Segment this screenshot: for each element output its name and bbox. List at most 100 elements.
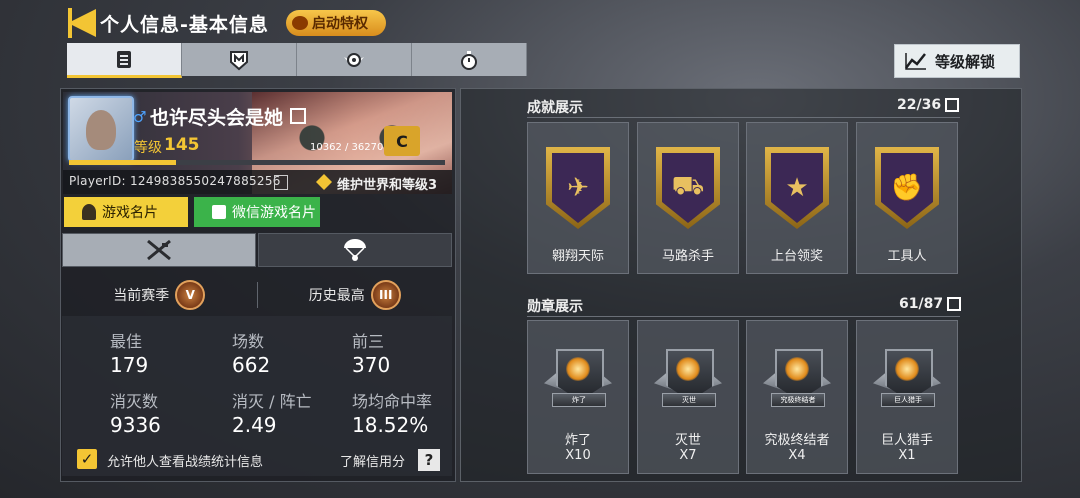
stat-value: 370 [352, 353, 391, 377]
giant-hunter-medal-icon: 巨人猎手 [873, 343, 941, 411]
achievement-glyph: ⛟ [662, 153, 714, 223]
stopwatch-icon [461, 50, 477, 70]
stat-value: 2.49 [232, 413, 277, 437]
jeep-icon: ⛟ [656, 147, 720, 229]
current-season: 当前赛季 V [62, 280, 257, 310]
page-title: 个人信息-基本信息 [100, 14, 269, 36]
wechat-card-button[interactable]: 微信游戏名片 [194, 197, 320, 227]
level-unlock-label: 等级解锁 [935, 52, 996, 71]
medal-name: 究极终结者 [764, 433, 830, 448]
best-season-label: 历史最高 [308, 288, 365, 304]
edit-name-icon[interactable] [289, 108, 306, 124]
achievements-count: 22/36 [897, 97, 960, 113]
skull-medal-icon: 究极终结者 [763, 343, 831, 411]
stat-accuracy: 场均命中率 18.52% [352, 388, 432, 437]
best-rank-icon: III [370, 280, 401, 310]
achievement-tile[interactable]: ✊ 工具人 [856, 122, 958, 274]
medal-tile[interactable]: 灭世 灭世 X7 [637, 320, 739, 474]
medal-count: X10 [565, 448, 591, 463]
achievement-glyph: ✈ [552, 153, 604, 223]
stat-best: 最佳 179 [110, 328, 148, 377]
achievement-tile[interactable]: ✈ 翱翔天际 [527, 122, 629, 274]
privilege-label: 启动特权 [312, 16, 368, 32]
stat-label: 最佳 [110, 332, 143, 351]
top-tabs [67, 43, 527, 78]
achievement-tile[interactable]: ★ 上台领奖 [746, 122, 848, 274]
stat-value: 9336 [110, 413, 161, 437]
back-arrow-icon[interactable] [68, 9, 96, 37]
medal-count: X4 [788, 448, 806, 463]
thumbs-up-icon: ✊ [875, 147, 939, 229]
game-card-button[interactable]: 游戏名片 [64, 197, 188, 227]
explosion-medal-icon: 炸了 [544, 343, 612, 411]
male-icon: ♂ [133, 108, 147, 126]
medal-tile[interactable]: 巨人猎手 巨人猎手 X1 [856, 320, 958, 474]
current-rank-icon: V [175, 280, 206, 310]
edit-achievements-icon[interactable] [945, 98, 960, 112]
current-season-label: 当前赛季 [113, 288, 170, 304]
xp-text: 10362 / 36270 [310, 142, 384, 153]
player-id: PlayerID: 1249838550247885256 [69, 174, 281, 188]
medal-count: X1 [898, 448, 916, 463]
stat-value: 179 [110, 353, 149, 377]
privilege-button[interactable]: 启动特权 [286, 10, 386, 36]
mode-tabs [62, 233, 452, 267]
game-card-label: 游戏名片 [102, 205, 158, 221]
medal-count: X7 [679, 448, 697, 463]
avatar[interactable] [68, 96, 134, 162]
season-row: 当前赛季 V 历史最高 III [62, 278, 452, 312]
divider [527, 117, 960, 118]
trophy-wreath-icon: ★ [765, 147, 829, 229]
stat-value: 18.52% [352, 413, 429, 437]
level-unlock-button[interactable]: 等级解锁 [894, 44, 1020, 78]
tab-timer[interactable] [412, 43, 527, 76]
edit-medals-icon[interactable] [947, 297, 962, 311]
best-season: 历史最高 III [258, 280, 453, 310]
tab-honors[interactable] [297, 43, 412, 76]
medals-count: 61/87 [899, 296, 962, 312]
stat-top3: 前三 370 [352, 328, 390, 377]
stat-label: 前三 [352, 332, 385, 351]
achievement-name: 上台领奖 [770, 249, 823, 264]
achievement-name: 马路杀手 [661, 249, 714, 264]
tab-basic-info[interactable] [67, 43, 182, 78]
copy-icon[interactable] [274, 175, 288, 190]
achievement-glyph: ★ [771, 153, 823, 223]
medal-tile[interactable]: 究极终结者 究极终结者 X4 [746, 320, 848, 474]
achievement-tile[interactable]: ⛟ 马路杀手 [637, 122, 739, 274]
allow-view-checkbox[interactable]: ✓ [77, 449, 97, 469]
stat-label: 场数 [232, 332, 265, 351]
medal-ribbon: 灭世 [662, 393, 716, 407]
player-name-text: 也许尽头会是她 [150, 107, 284, 129]
achievement-name: 翱翔天际 [551, 249, 604, 264]
radiation-medal-icon: 灭世 [654, 343, 722, 411]
trend-chart-icon [905, 53, 926, 70]
medal-name: 巨人猎手 [880, 433, 933, 448]
person-icon [82, 204, 96, 220]
level-label: 等级 [134, 140, 162, 156]
tab-mode-parachute[interactable] [258, 233, 452, 267]
medals-title: 勋章展示 [527, 299, 583, 315]
stat-label: 消灭 / 阵亡 [232, 392, 312, 411]
world-level-text: 维护世界和等级3 [337, 178, 438, 193]
rank-badge: C [384, 126, 420, 156]
stat-kills: 消灭数 9336 [110, 388, 161, 437]
stat-matches: 场数 662 [232, 328, 270, 377]
player-name: 也许尽头会是她 [150, 103, 306, 130]
xp-bar [69, 160, 445, 165]
achievement-glyph: ✊ [881, 153, 933, 223]
help-icon[interactable]: ? [418, 449, 440, 471]
medal-name: 灭世 [674, 433, 701, 448]
xp-bar-fill [69, 160, 177, 165]
stat-kd: 消灭 / 阵亡 2.49 [232, 388, 312, 437]
achievements-title: 成就展示 [527, 100, 583, 116]
medal-ribbon: 炸了 [552, 393, 606, 407]
tab-mode-classic[interactable] [62, 233, 256, 267]
medal-tile[interactable]: 炸了 炸了 X10 [527, 320, 629, 474]
stat-label: 场均命中率 [352, 392, 433, 411]
allow-view-label: 允许他人查看战绩统计信息 [107, 455, 264, 470]
level-value: 145 [164, 135, 200, 155]
tab-career[interactable] [182, 43, 297, 76]
credit-score-link[interactable]: 了解信用分 [340, 451, 405, 470]
medal-name: 炸了 [564, 433, 591, 448]
